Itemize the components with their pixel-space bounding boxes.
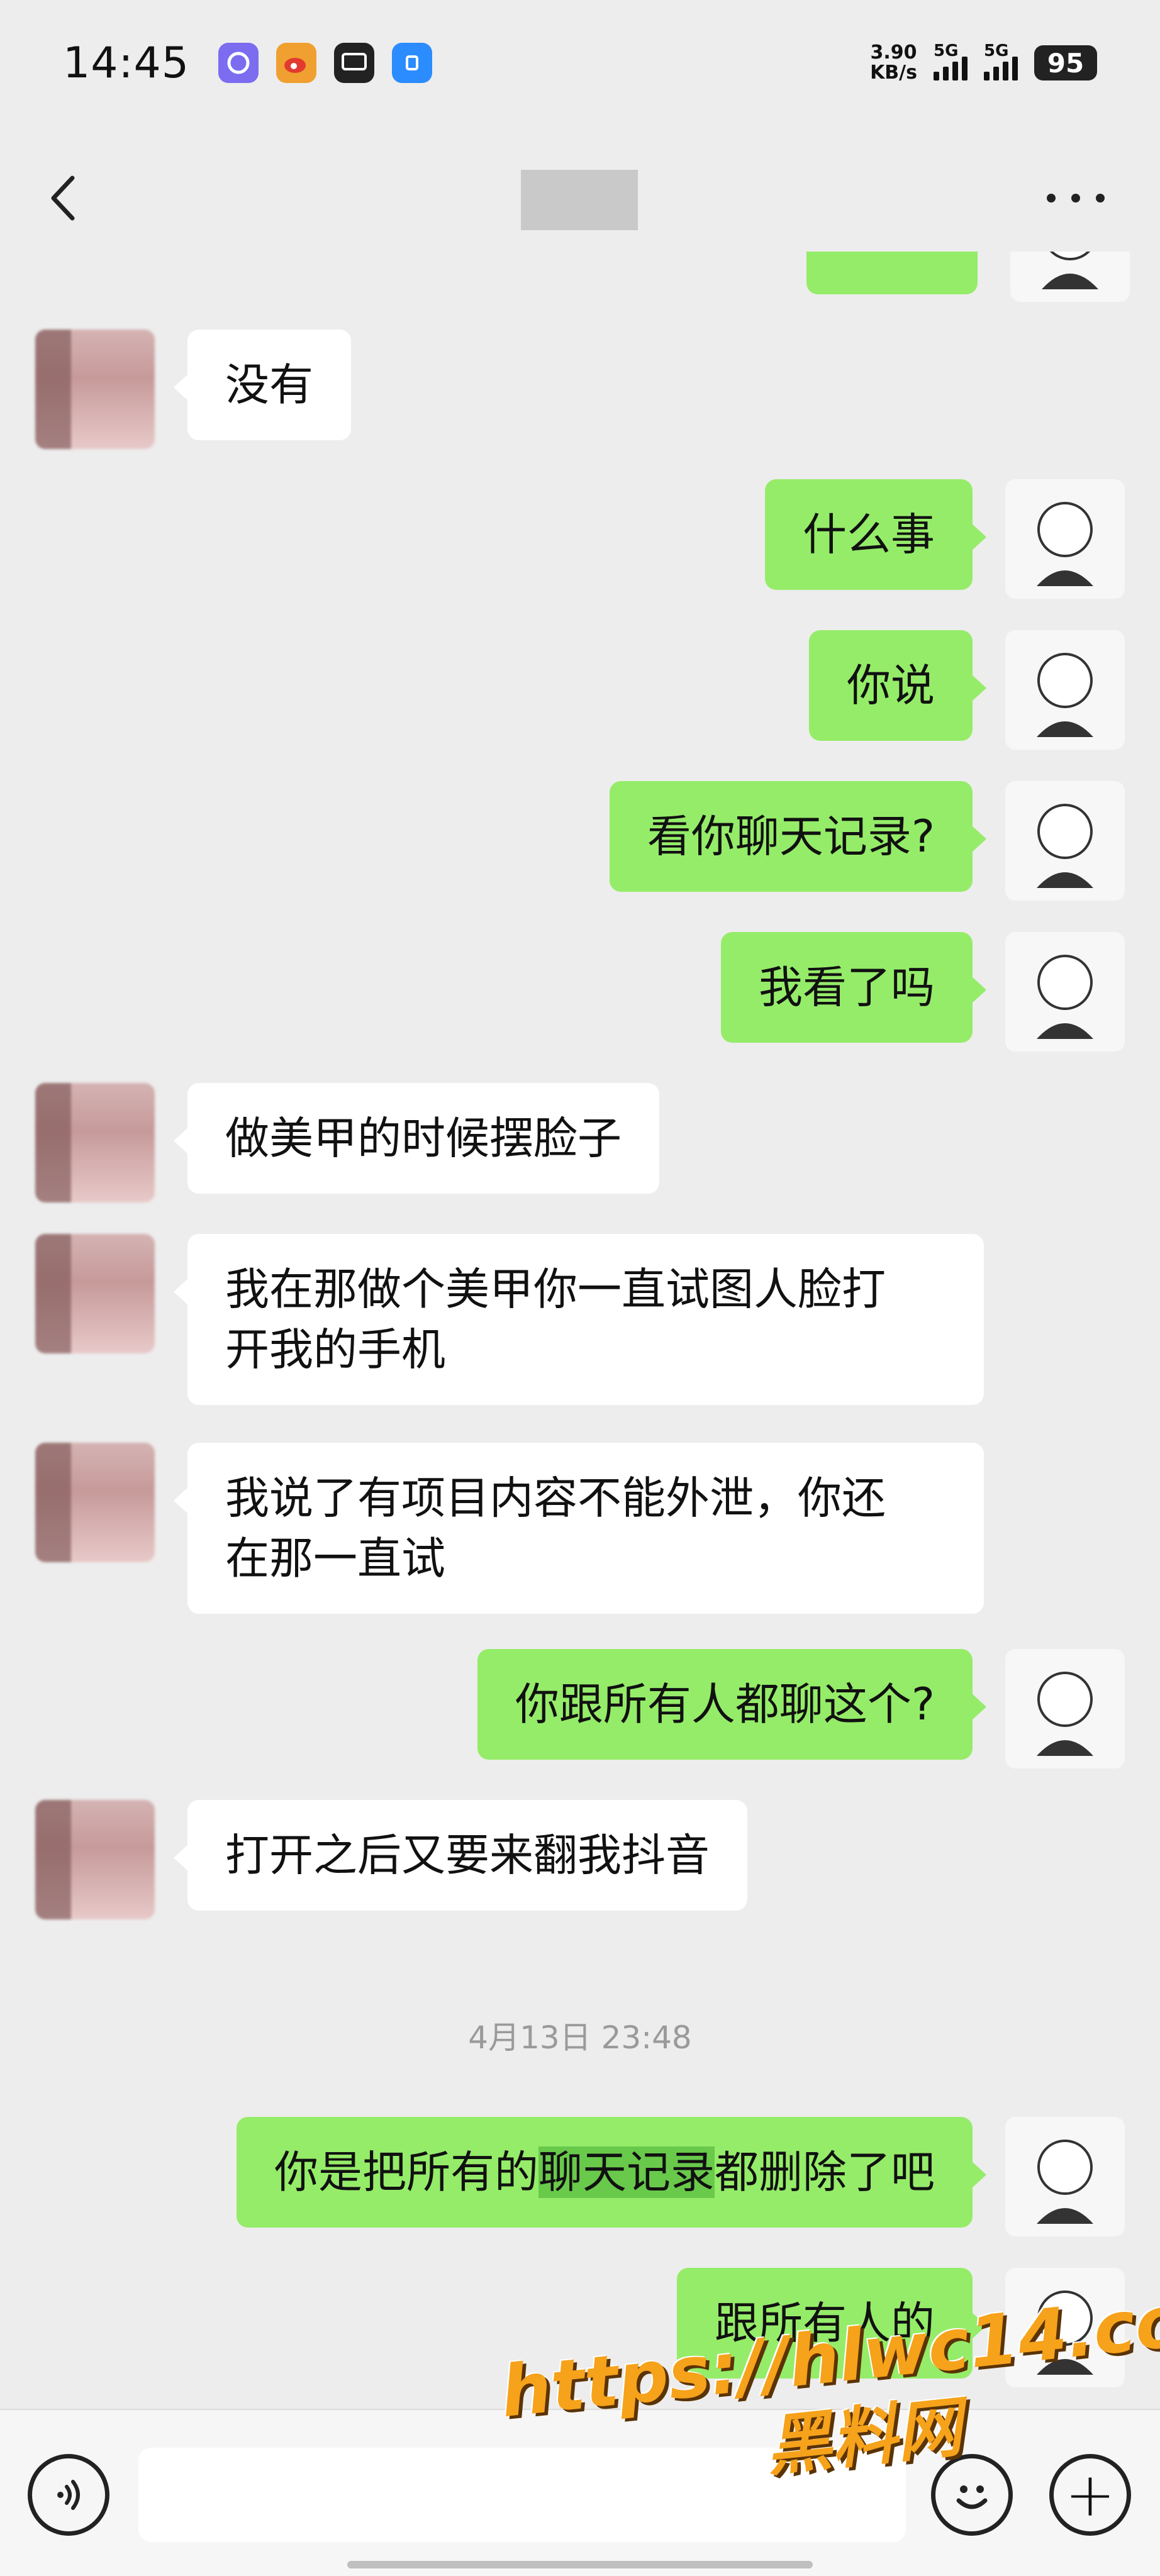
message-row: 你跟所有人都聊这个?: [477, 1649, 1125, 1768]
status-time: 14:45: [63, 38, 189, 88]
avatar-contact[interactable]: [35, 1443, 155, 1562]
net-speed-unit: KB/s: [870, 62, 917, 84]
avatar-self[interactable]: [1005, 2117, 1125, 2236]
battery-icon: 95: [1034, 45, 1097, 80]
message-text: 都删除了吧: [715, 2146, 935, 2198]
app-icon: [391, 43, 432, 83]
app-icon: [218, 43, 259, 83]
avatar-self[interactable]: [1005, 630, 1125, 750]
signal-label: 5G: [984, 42, 1009, 60]
voice-icon[interactable]: [28, 2454, 109, 2536]
message-bubble[interactable]: 看你聊天记录?: [609, 781, 987, 892]
chat-messages[interactable]: 没有 什么事 你说 看你聊天记录? 我看了吗 做美甲的时候摆脸子 我在那做个美甲…: [0, 252, 1160, 2409]
message-bubble[interactable]: 我在那做个美甲你一直试图人脸打 开我的手机: [174, 1234, 984, 1405]
plus-icon[interactable]: +: [1049, 2454, 1131, 2536]
message-row: 我看了吗: [721, 932, 1125, 1052]
home-indicator: [347, 2561, 813, 2568]
status-bar: 14:45 3.90 KB/s 5G 5G 95: [0, 0, 1160, 126]
more-dots-icon[interactable]: [1038, 176, 1113, 220]
signal-label: 5G: [934, 42, 959, 60]
avatar-contact[interactable]: [35, 1800, 155, 1919]
net-speed-value: 3.90: [870, 42, 917, 64]
message-row: 我说了有项目内容不能外泄，你还 在那一直试: [35, 1443, 984, 1614]
message-row: 打开之后又要来翻我抖音: [35, 1800, 747, 1919]
net-speed: 3.90 KB/s: [870, 43, 917, 83]
message-row: 做美甲的时候摆脸子: [35, 1083, 659, 1202]
message-bubble[interactable]: 你跟所有人都聊这个?: [477, 1649, 987, 1760]
avatar-contact[interactable]: [35, 1083, 155, 1202]
tv-icon: [333, 43, 374, 83]
message-bubble[interactable]: 没有: [174, 330, 351, 440]
avatar-self[interactable]: [1005, 479, 1125, 599]
avatar-self[interactable]: [1005, 932, 1125, 1052]
message-row: 看你聊天记录?: [609, 781, 1125, 901]
message-row: 你是把所有的聊天记录都删除了吧: [237, 2117, 1125, 2236]
avatar-self[interactable]: [1005, 781, 1125, 901]
message-timestamp: 4月13日 23:48: [468, 2019, 692, 2056]
message-row: 你说: [809, 630, 1125, 750]
message-bubble[interactable]: 我看了吗: [721, 932, 986, 1043]
message-text: 你是把所有的: [274, 2146, 538, 2198]
status-right: 3.90 KB/s 5G 5G 95: [870, 42, 1097, 83]
avatar-self[interactable]: [1005, 1649, 1125, 1768]
message-row: 没有: [35, 330, 351, 449]
message-bubble[interactable]: 做美甲的时候摆脸子: [174, 1083, 659, 1194]
highlighted-text: 聊天记录: [538, 2146, 715, 2198]
message-row: 什么事: [765, 479, 1125, 599]
chat-title-redacted: [521, 170, 638, 230]
status-app-icons: [218, 43, 432, 83]
message-bubble[interactable]: 打开之后又要来翻我抖音: [174, 1800, 747, 1911]
signal-strength-icon: 5G: [984, 42, 1018, 80]
weibo-icon: [276, 43, 316, 83]
avatar-contact[interactable]: [35, 1234, 155, 1353]
message-bubble[interactable]: 什么事: [765, 479, 986, 590]
message-row: 我在那做个美甲你一直试图人脸打 开我的手机: [35, 1234, 984, 1405]
signal-strength-icon: 5G: [934, 42, 968, 80]
avatar-contact[interactable]: [35, 330, 155, 449]
message-bubble[interactable]: 我说了有项目内容不能外泄，你还 在那一直试: [174, 1443, 984, 1614]
message-bubble[interactable]: 你是把所有的聊天记录都删除了吧: [237, 2117, 986, 2228]
chevron-left-icon[interactable]: [38, 170, 88, 226]
avatar-self: [1010, 252, 1130, 302]
partial-message-bubble: [806, 252, 978, 294]
message-bubble[interactable]: 你说: [809, 630, 986, 741]
